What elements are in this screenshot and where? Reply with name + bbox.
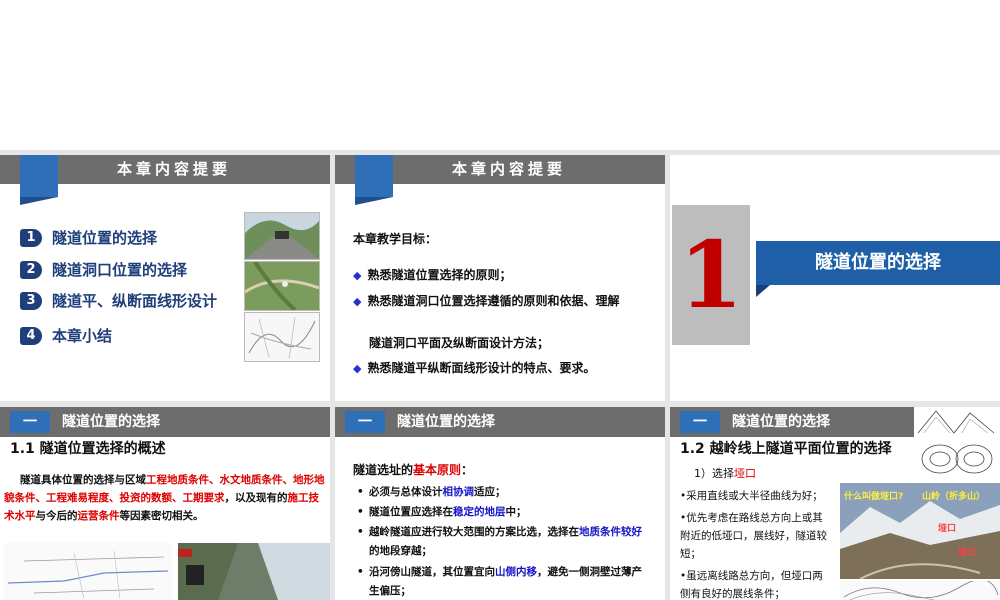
toc-number-badge: 2 [20, 260, 42, 279]
section-heading: 1.2 越岭线上隧道平面位置的选择 [680, 441, 892, 457]
section-title: 隧道位置的选择 [397, 414, 495, 430]
principle-item: • 隧道位置应选择在稳定的地层中； [357, 506, 527, 518]
aerial-map-image [244, 261, 320, 311]
principle-item: • 沿河傍山隧道，其位置宜向山侧内移，避免一侧洞壁过薄产生偏压； [357, 566, 642, 597]
section-tag: 一 [10, 411, 50, 433]
tunnel-portal-photo [178, 543, 330, 600]
principle-title: 隧道选址的基本原则： [353, 463, 474, 477]
contour-saddle-diagram [914, 407, 1000, 479]
section-tag: 一 [345, 411, 385, 433]
diamond-bullet-icon: ◆ [353, 362, 362, 375]
toc-label: 本章小结 [52, 327, 113, 345]
slide-header-bar: 一 隧道位置的选择 [0, 407, 330, 437]
subheading: 1）选择垭口 [694, 467, 756, 480]
slide-3-thumbnail[interactable]: 1 隧道位置的选择 [670, 155, 1000, 401]
photo-label: 山岭（折多山） [922, 492, 986, 502]
objectives-title: 本章教学目标： [353, 232, 438, 246]
body-paragraph: 隧道具体位置的选择与区域工程地质条件、水文地质条件、地形地貌条件、工程难易程度、… [4, 474, 325, 522]
bullet-item: •优先考虑在路线总方向上或其附近的低垭口，展线好，隧道较短； [680, 512, 827, 560]
chapter-title-bar: 隧道位置的选择 [756, 241, 1000, 285]
mountain-pass-photo: 什么叫做垭口? 山岭（折多山） 垭口 垭口 [840, 483, 1000, 579]
toc-label: 隧道平、纵断面线形设计 [52, 292, 218, 310]
section-title: 隧道位置的选择 [732, 414, 830, 430]
slide-5-thumbnail[interactable]: 一 隧道位置的选择 隧道选址的基本原则： • 必须与总体设计相协调适应； • 隧道位… [335, 407, 665, 600]
photo-label: 什么叫做垭口? [844, 492, 904, 502]
header-tab-decoration [355, 155, 393, 205]
diamond-bullet-icon: ◆ [353, 295, 362, 308]
tunnel-plan-diagram [4, 543, 172, 600]
toc-label: 隧道位置的选择 [52, 229, 158, 247]
title-bar-fold [756, 285, 770, 297]
slide-4-thumbnail[interactable]: 一 隧道位置的选择 1.1 隧道位置选择的概述 隧道具体位置的选择与区域工程地质… [0, 407, 330, 600]
toc-item-1: 1 隧道位置的选择 [20, 227, 157, 248]
photo-label: 垭口 [938, 524, 957, 534]
route-sketch-image [244, 312, 320, 362]
toc-number-badge: 3 [20, 291, 42, 310]
bullet-item: •虽远离线路总方向，但垭口两侧有良好的展线条件； [680, 570, 823, 600]
objective-continuation: 隧道洞口平面及纵断面设计方法； [369, 336, 550, 350]
section-heading: 1.1 隧道位置选择的概述 [10, 441, 166, 457]
objective-item: ◆ 熟悉隧道位置选择的原则； [353, 268, 512, 282]
toc-item-3: 3 隧道平、纵断面线形设计 [20, 290, 217, 311]
contour-map-image [840, 581, 1000, 600]
section-title: 隧道位置的选择 [62, 414, 160, 430]
principle-item: • 必须与总体设计相协调适应； [357, 486, 506, 498]
chapter-number: 1 [678, 221, 743, 329]
photo-label: 垭口 [958, 548, 977, 558]
slide-6-thumbnail[interactable]: 一 隧道位置的选择 1.2 越岭线上隧道平面位置的选择 1）选择垭口 •采用直线… [670, 407, 1000, 600]
toc-number-badge: 4 [20, 326, 42, 345]
objective-item: ◆ 熟悉隧道洞口位置选择遵循的原则和依据、理解 [353, 294, 620, 308]
tunnel-photo-image [244, 212, 320, 260]
header-tab-decoration [20, 155, 58, 205]
toc-label: 隧道洞口位置的选择 [52, 261, 188, 279]
objective-item: ◆ 熟悉隧道平纵断面线形设计的特点、要求。 [353, 361, 596, 375]
section-tag: 一 [680, 411, 720, 433]
toc-item-4: 4 本章小结 [20, 325, 112, 346]
toc-number-badge: 1 [20, 228, 42, 247]
slide-header-bar: 一 隧道位置的选择 [335, 407, 665, 437]
toc-item-2: 2 隧道洞口位置的选择 [20, 259, 187, 280]
principle-item: • 越岭隧道应进行较大范围的方案比选，选择在地质条件较好的地段穿越； [357, 526, 642, 557]
slide-2-thumbnail[interactable]: 本章内容提要 本章教学目标： ◆ 熟悉隧道位置选择的原则； ◆ 熟悉隧道洞口位置选择… [335, 155, 665, 401]
slide-1-thumbnail[interactable]: 本章内容提要 1 隧道位置的选择 2 隧道洞口位置的选择 3 隧道平、纵断面线形… [0, 155, 330, 401]
bullet-item: •采用直线或大半径曲线为好； [680, 490, 823, 502]
diamond-bullet-icon: ◆ [353, 269, 362, 282]
